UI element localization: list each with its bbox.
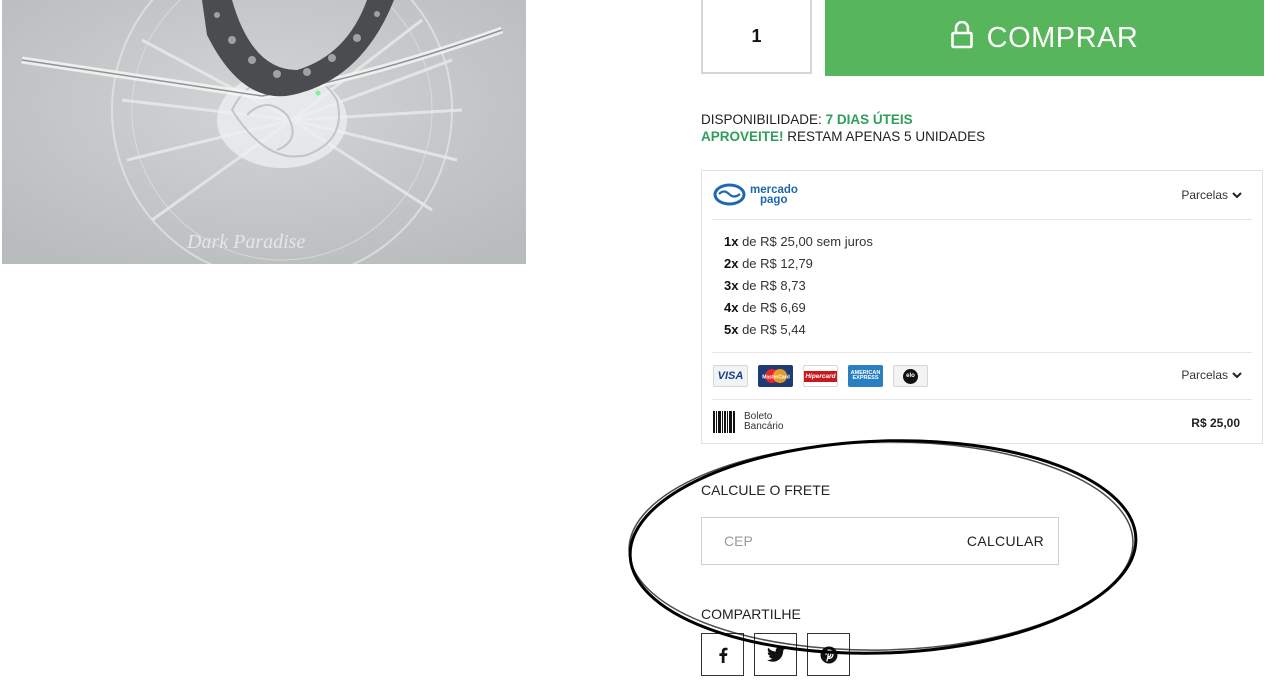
installment-row: 3x de R$ 8,73: [724, 278, 806, 293]
boleto-label: Boleto Bancário: [744, 411, 784, 432]
cep-input[interactable]: [702, 518, 942, 564]
amex-icon: AMERICAN EXPRESS: [848, 365, 883, 387]
lock-icon: [950, 20, 973, 49]
calculate-button[interactable]: CALCULAR: [967, 533, 1044, 549]
twitter-icon: [766, 647, 785, 662]
svg-text:Dark Paradise: Dark Paradise: [186, 231, 305, 253]
availability-label: DISPONIBILIDADE:: [701, 112, 822, 127]
installment-row: 2x de R$ 12,79: [724, 256, 813, 271]
parcelas-label: Parcelas: [1181, 188, 1228, 202]
visa-icon: VISA: [713, 365, 748, 387]
cep-form: CALCULAR: [701, 517, 1059, 565]
quantity-value: 1: [751, 25, 762, 46]
shipping-title: CALCULE O FRETE: [701, 482, 831, 498]
promo-text: RESTAM APENAS 5 UNIDADES: [787, 129, 986, 144]
twitter-share-button[interactable]: [754, 633, 797, 676]
handshake-icon: [713, 183, 746, 206]
mercado-pago-text-2: pago: [760, 193, 788, 206]
boleto-row: Boleto Bancário R$ 25,00: [712, 407, 1252, 437]
chevron-down-icon: [1232, 372, 1242, 379]
availability-info: DISPONIBILIDADE: 7 DIAS ÚTEIS APROVEITE!…: [701, 111, 985, 145]
pinterest-icon: [820, 646, 837, 663]
mercado-pago-logo: mercado pago: [713, 183, 798, 206]
cards-parcelas-label: Parcelas: [1181, 368, 1228, 382]
parcelas-toggle[interactable]: Parcelas: [1181, 188, 1242, 202]
mastercard-icon: MasterCard: [758, 365, 793, 387]
svg-text:MasterCard: MasterCard: [762, 375, 790, 381]
pinterest-share-button[interactable]: [807, 633, 850, 676]
facebook-icon: [718, 647, 727, 663]
boleto-price: R$ 25,00: [1191, 416, 1240, 430]
mercado-pago-text-1: mercado: [750, 183, 798, 196]
availability-value: 7 DIAS ÚTEIS: [825, 112, 913, 127]
hipercard-icon: Hipercard: [803, 365, 838, 387]
barcode-icon: [713, 411, 735, 433]
promo-highlight: APROVEITE!: [701, 129, 784, 144]
installments-list: 1x de R$ 25,00 sem juros 2x de R$ 12,79 …: [724, 231, 873, 341]
cards-parcelas-toggle[interactable]: Parcelas: [1181, 368, 1242, 382]
buy-button[interactable]: COMPRAR: [825, 0, 1264, 76]
share-title: COMPARTILHE: [701, 606, 801, 622]
mercado-pago-row: mercado pago Parcelas: [712, 171, 1252, 220]
installment-row: 1x de R$ 25,00 sem juros: [724, 234, 873, 249]
elo-icon: elo: [893, 365, 928, 387]
credit-cards-row: VISA MasterCard Hipercard AMERICAN EXPRE…: [712, 352, 1252, 400]
payment-options-box: mercado pago Parcelas 1x de R$ 25,00 sem…: [701, 170, 1263, 444]
chevron-down-icon: [1232, 192, 1242, 199]
installment-row: 5x de R$ 5,44: [724, 322, 806, 337]
installment-row: 4x de R$ 6,69: [724, 300, 806, 315]
facebook-share-button[interactable]: [701, 633, 744, 676]
quantity-input[interactable]: 1: [701, 0, 812, 74]
buy-button-label: COMPRAR: [986, 21, 1139, 54]
product-image: Dark Paradise: [2, 0, 526, 264]
